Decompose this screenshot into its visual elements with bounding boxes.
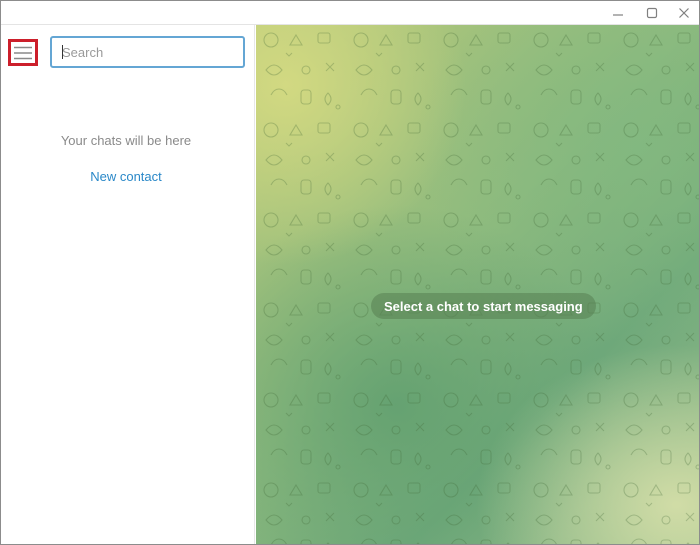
new-contact-link[interactable]: New contact xyxy=(1,169,251,184)
chat-list-sidebar: Your chats will be here New contact xyxy=(1,25,255,544)
minimize-button[interactable] xyxy=(599,1,637,25)
minimize-icon xyxy=(613,14,623,16)
maximize-icon xyxy=(646,7,658,19)
hamburger-menu-icon xyxy=(14,46,32,59)
text-cursor xyxy=(62,45,63,59)
search-input[interactable] xyxy=(52,38,243,66)
close-button[interactable] xyxy=(665,1,699,25)
title-bar xyxy=(1,1,699,25)
chat-background-area: Select a chat to start messaging xyxy=(256,25,699,544)
close-icon xyxy=(679,8,689,18)
doodle-pattern xyxy=(256,25,699,544)
app-window: Your chats will be here New contact xyxy=(0,0,700,545)
search-field[interactable] xyxy=(50,36,245,68)
main-menu-button[interactable] xyxy=(8,39,38,66)
empty-chats-message: Your chats will be here xyxy=(60,133,192,148)
select-chat-prompt: Select a chat to start messaging xyxy=(371,293,596,319)
